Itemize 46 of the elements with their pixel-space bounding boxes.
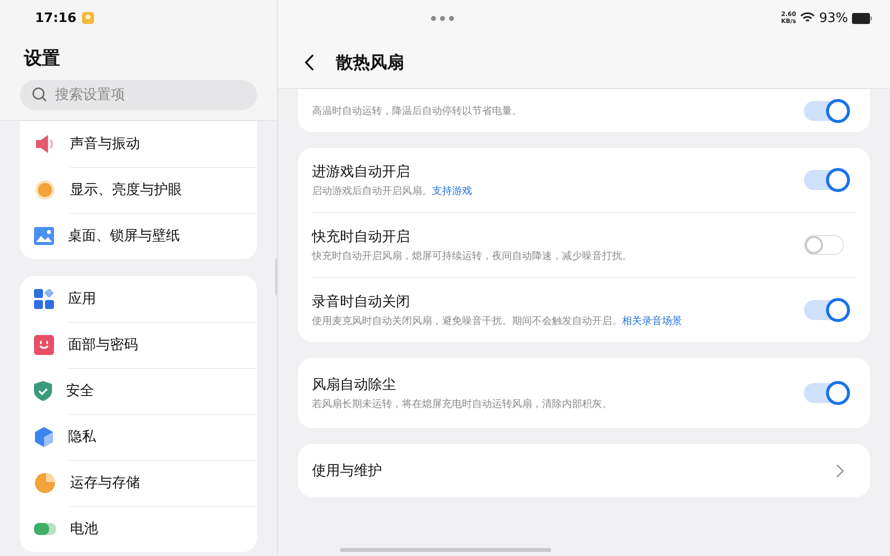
cube-icon (34, 427, 54, 447)
status-time: 17:16 (35, 10, 76, 26)
more-dots-icon[interactable] (431, 16, 454, 20)
setting-title: 录音时自动关闭 (312, 292, 411, 310)
toggle-switch[interactable] (804, 297, 850, 323)
settings-item[interactable]: 声音与振动 (20, 121, 257, 167)
search-icon (32, 87, 47, 102)
search-field[interactable]: 搜索设置项 (20, 80, 257, 110)
picture-icon (34, 227, 54, 245)
shield-icon (34, 381, 52, 401)
sun-icon (34, 179, 56, 201)
settings-item[interactable]: 应用 (20, 276, 257, 322)
setting-description: 若风扇长期未运转，将在熄屏充电时自动运转风扇，清除内部积灰。 (312, 398, 613, 410)
settings-item[interactable]: 面部与密码 (20, 322, 257, 368)
setting-title: 快充时自动开启 (312, 228, 411, 246)
page-title: 散热风扇 (336, 52, 404, 74)
speaker-icon (34, 134, 56, 154)
setting-link[interactable]: 相关录音场景 (622, 316, 682, 326)
settings-item[interactable]: 隐私 (20, 414, 257, 460)
settings-item[interactable]: 安全 (20, 368, 257, 414)
toggle-switch[interactable] (804, 167, 850, 193)
pie-icon (34, 472, 56, 494)
toggle-switch[interactable] (804, 380, 850, 406)
battery-percent: 93% (819, 10, 848, 26)
setting-title: 风扇自动除尘 (312, 376, 397, 394)
setting-link[interactable]: 支持游戏 (432, 186, 472, 196)
battery-icon (852, 12, 872, 24)
battery-icon (34, 523, 56, 535)
settings-title: 设置 (22, 47, 61, 71)
settings-item[interactable]: 运存与存储 (20, 460, 257, 506)
setting-description: 启动游戏后自动开启风扇。支持游戏 (312, 184, 473, 198)
setting-description: 快充时自动开启风扇，熄屏可持续运转，夜间自动降速，减少噪音打扰。 (312, 250, 633, 262)
settings-item[interactable]: 电池 (20, 506, 257, 552)
setting-title: 进游戏自动开启 (312, 162, 411, 180)
setting-description: 使用麦克风时自动关闭风扇，避免噪音干扰。期间不会触发自动开启。相关录音场景 (312, 314, 683, 328)
back-icon (304, 54, 314, 70)
settings-item[interactable]: 显示、亮度与护眼 (20, 167, 257, 213)
toggle-switch[interactable] (804, 98, 850, 124)
notification-icon (82, 12, 94, 24)
setting-description: 高温时自动运转，降温后自动停转以节省电量。 (312, 104, 523, 118)
chevron-right-icon[interactable] (836, 464, 844, 478)
wifi-icon (800, 12, 816, 24)
apps-icon (34, 289, 54, 309)
setting-title: 使用与维护 (312, 462, 383, 480)
smile-icon (34, 335, 54, 355)
settings-item[interactable]: 桌面、锁屏与壁纸 (20, 213, 257, 259)
